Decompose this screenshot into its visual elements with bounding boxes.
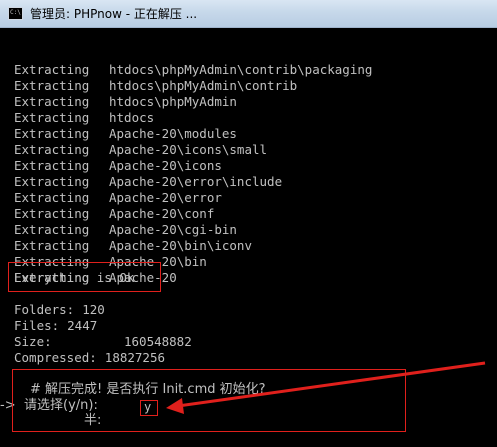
stat-line: Size: 160548882 (14, 334, 192, 350)
console-app-icon[interactable]: C:\ (8, 7, 23, 20)
log-path: htdocs (109, 110, 155, 125)
log-path: Apache-20\cgi-bin (109, 222, 237, 237)
stat-value: 160548882 (124, 334, 192, 349)
log-action: Extracting (14, 174, 90, 189)
stat-value: 2447 (67, 318, 98, 333)
stat-label: Compressed: (14, 350, 97, 365)
log-action: Extracting (14, 238, 90, 253)
input-highlight-box (140, 400, 158, 416)
log-line: Extracting htdocs\phpMyAdmin\contrib (14, 78, 494, 94)
log-line: Extracting Apache-20\cgi-bin (14, 222, 494, 238)
log-line: Extracting Apache-20\conf (14, 206, 494, 222)
stat-line: Files: 2447 (14, 318, 165, 334)
window-title: 管理员: PHPnow - 正在解压 ... (30, 7, 198, 21)
log-line: Extracting Apache-20\icons\small (14, 142, 494, 158)
log-action: Extracting (14, 142, 90, 157)
stat-line: Compressed: 18827256 (14, 350, 165, 366)
log-path: htdocs\phpMyAdmin (109, 94, 237, 109)
log-line: Extracting htdocs\phpMyAdmin (14, 94, 494, 110)
log-action: Extracting (14, 110, 90, 125)
log-action: Extracting (14, 190, 90, 205)
prompt-highlight-box (12, 369, 406, 432)
log-action: Extracting (14, 62, 90, 77)
log-line: Extracting Apache-20\modules (14, 126, 494, 142)
log-path: Apache-20\error (109, 190, 222, 205)
stat-label: Folders: (14, 302, 75, 317)
log-path: htdocs\phpMyAdmin\contrib (109, 78, 298, 93)
log-line: Extracting Apache-20\bin\iconv (14, 238, 494, 254)
extract-log: Extracting htdocs\phpMyAdmin\contrib\pack… (14, 62, 494, 286)
title-bar[interactable]: C:\ 管理员: PHPnow - 正在解压 ... (0, 0, 497, 28)
status-highlight-box (8, 262, 161, 292)
log-action: Extracting (14, 78, 90, 93)
log-line: Extracting htdocs (14, 110, 494, 126)
log-path: Apache-20\error\include (109, 174, 283, 189)
stats-block: Folders: 120 Files: 2447 Size: 160548882 Compr… (14, 302, 192, 366)
stat-label: Size: (14, 334, 52, 349)
log-action: Extracting (14, 126, 90, 141)
log-line: Extracting Apache-20\error\include (14, 174, 494, 190)
log-path: Apache-20\bin\iconv (109, 238, 252, 253)
log-path: Apache-20\icons (109, 158, 222, 173)
stat-value: 18827256 (104, 350, 166, 365)
log-action: Extracting (14, 158, 90, 173)
log-path: Apache-20\conf (109, 206, 215, 221)
log-action: Extracting (14, 206, 90, 221)
log-line: Extracting Apache-20\icons (14, 158, 494, 174)
stat-value: 120 (82, 302, 105, 317)
stat-label: Files: (14, 318, 60, 333)
log-path: Apache-20\icons\small (109, 142, 268, 157)
log-path: Apache-20\modules (109, 126, 237, 141)
log-line: Extracting Apache-20\error (14, 190, 494, 206)
log-action: Extracting (14, 222, 90, 237)
console-window: C:\ 管理员: PHPnow - 正在解压 ... Extracting htd… (0, 0, 497, 447)
log-path: htdocs\phpMyAdmin\contrib\packaging (109, 62, 373, 77)
stat-line: Folders: 120 (14, 302, 165, 318)
log-action: Extracting (14, 94, 90, 109)
log-line: Extracting htdocs\phpMyAdmin\contrib\pack… (14, 62, 494, 78)
